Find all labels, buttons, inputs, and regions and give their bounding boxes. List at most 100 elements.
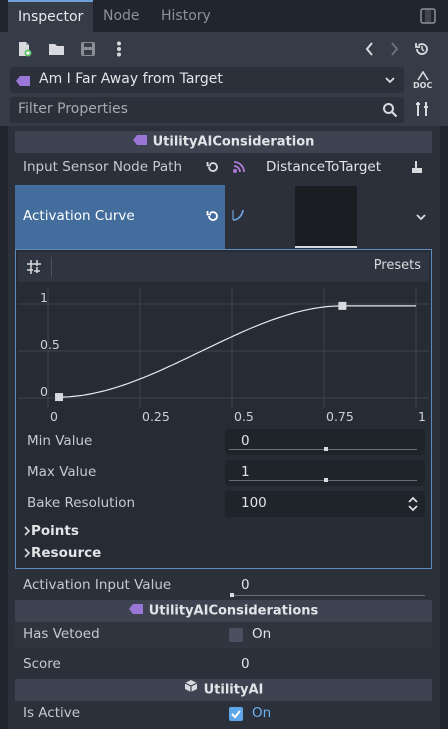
forward-icon[interactable] [388,41,400,61]
slider-track [231,595,425,596]
search-icon [382,102,398,122]
curve-editor-toolbar: Presets [18,252,429,282]
clear-icon[interactable] [411,160,423,178]
y-tick-label: 1 [40,290,48,305]
score-row: Score 0 [15,652,432,678]
input-sensor-row: Input Sensor Node Path DistanceToTarget [15,154,432,182]
slider-grabber[interactable] [324,478,328,482]
tab-inspector[interactable]: Inspector [8,0,94,32]
bake-resolution-value: 100 [241,495,267,511]
open-icon[interactable] [48,41,66,61]
slider-track [229,449,417,450]
node-path-value[interactable]: DistanceToTarget [266,159,381,175]
curve-preview [295,186,357,248]
toolbar-divider [51,257,52,277]
curve-point-handle[interactable] [338,301,347,310]
object-name: Am I Far Away from Target [39,71,223,87]
back-icon[interactable] [364,41,376,61]
has-vetoed-checkbox[interactable] [229,628,243,642]
dock-tab-bar: Inspector Node History [0,0,448,32]
group-label: Resource [31,545,102,561]
bake-resolution-spinbox[interactable]: 100 [225,491,425,517]
x-tick-label: 0.75 [326,409,354,424]
group-label: Points [31,523,79,539]
section-header-consideration: UtilityAIConsideration [15,131,432,153]
y-tick-label: 0 [40,384,48,399]
tools-icon[interactable] [414,101,430,121]
curve-icon [231,208,245,226]
y-tick-label: 0.5 [40,337,60,352]
snap-grid-icon[interactable] [26,259,42,279]
save-icon[interactable] [80,41,96,61]
x-tick-label: 0.25 [142,409,170,424]
is-active-checkbox[interactable] [229,707,243,721]
chevron-right-icon [23,547,31,563]
points-group[interactable]: Points [18,521,429,543]
slider-grabber[interactable] [324,447,328,451]
score-value[interactable]: 0 [241,656,250,672]
min-value: 0 [241,433,250,449]
revert-icon[interactable] [206,160,220,178]
property-label: Is Active [23,705,81,721]
max-value-row: Max Value 1 [18,459,429,487]
class-tag-icon [128,600,143,622]
checkbox-label: On [252,626,272,642]
chevron-down-icon[interactable] [415,211,427,227]
is-active-row: Is Active On [15,701,432,727]
section-title: UtilityAI [203,682,264,698]
property-label: Min Value [27,433,93,449]
activation-input-row: Activation Input Value 0 [15,573,432,599]
history-icon[interactable] [414,41,430,61]
inspector-toolbar [0,32,448,66]
curve-resource-field[interactable] [225,185,432,249]
class-tag-icon [132,131,147,153]
property-label: Activation Curve [23,208,135,224]
property-label: Has Vetoed [23,626,100,642]
slider-track [229,480,417,481]
max-value-slider[interactable]: 1 [225,460,425,486]
class-tag-icon [16,75,30,90]
object-selector[interactable]: Am I Far Away from Target [10,67,404,93]
activation-input-slider[interactable]: 0 [225,573,432,599]
section-title: UtilityAIConsideration [152,134,315,150]
curve-graph[interactable]: 1 0.5 00 0.25 0.5 0.75 1 [18,284,429,424]
doc-button[interactable]: DOC [412,70,434,92]
more-icon[interactable] [116,41,122,61]
spin-arrows-icon[interactable] [407,496,419,516]
x-tick-label: 0.5 [234,409,254,424]
property-label: Bake Resolution [27,495,136,511]
filter-properties-input[interactable]: Filter Properties [10,97,404,123]
resource-group[interactable]: Resource [18,543,429,565]
checkbox-label: On [252,705,272,721]
new-resource-icon[interactable] [16,41,32,61]
bake-resolution-row: Bake Resolution 100 [18,490,429,518]
node-path-icon [232,160,246,178]
has-vetoed-row: Has Vetoed On [15,622,432,648]
tab-history[interactable]: History [151,0,221,32]
property-label: Score [23,656,61,672]
min-value-row: Min Value 0 [18,428,429,456]
property-label: Max Value [27,464,97,480]
section-header-utility-ai: UtilityAI [15,679,432,701]
slider-grabber[interactable] [230,593,234,597]
x-tick-label: 1 [418,409,426,424]
x-tick-label: 0 [50,409,58,424]
chevron-down-icon [384,74,396,90]
curve-editor: Presets 1 0.5 0 0 0.25 0.5 0.75 1 Min Value 0 M… [15,249,432,569]
node-class-icon [184,679,198,701]
presets-button[interactable]: Presets [374,258,421,273]
check-icon [231,710,241,719]
chevron-right-icon [23,525,31,541]
tab-node[interactable]: Node [93,0,150,32]
activation-curve-row[interactable]: Activation Curve [15,185,225,249]
section-title: UtilityAIConsiderations [148,603,319,619]
min-value-slider[interactable]: 0 [225,429,425,455]
filter-placeholder: Filter Properties [18,101,128,117]
property-label: Input Sensor Node Path [23,159,182,175]
section-header-considerations: UtilityAIConsiderations [15,600,432,622]
tab-menu-icon[interactable] [420,6,436,30]
revert-icon[interactable] [206,209,220,227]
doc-label: DOC [413,81,433,90]
curve-point-handle[interactable] [55,393,64,402]
activation-input-value: 0 [241,577,250,593]
